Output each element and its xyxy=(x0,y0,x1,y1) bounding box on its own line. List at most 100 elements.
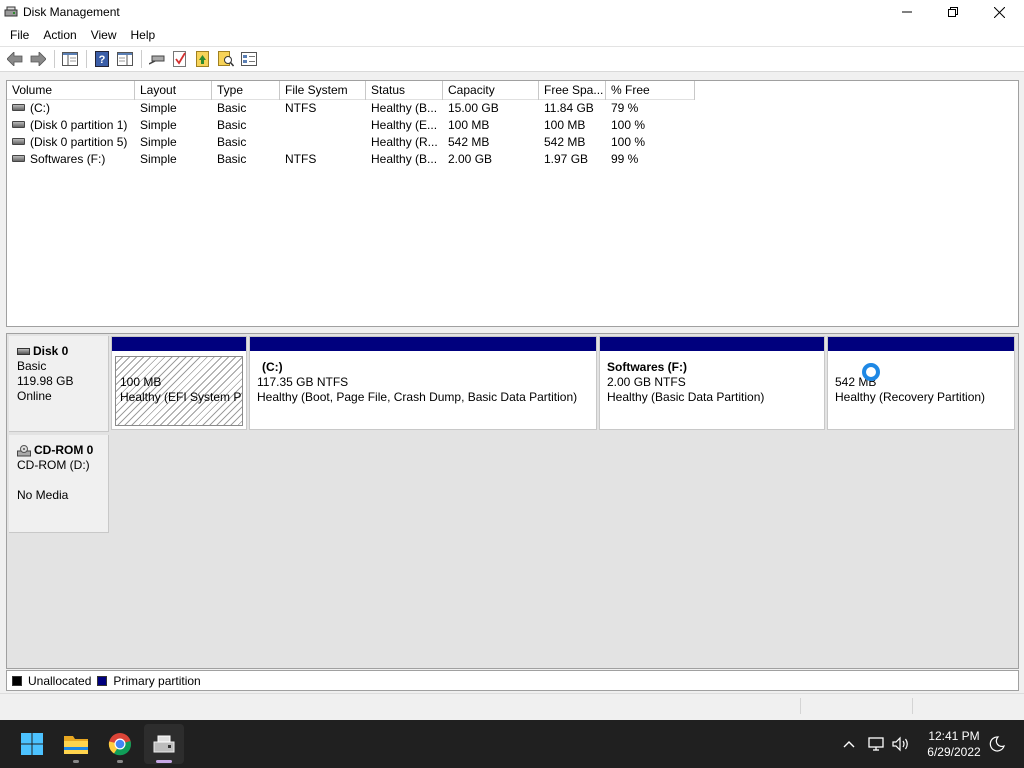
disk-0-state: Online xyxy=(17,389,52,403)
restore-button[interactable] xyxy=(930,0,976,24)
disk-0-partitions: 100 MB Healthy (EFI System Par (C:) 117.… xyxy=(111,336,1017,430)
taskbar-clock[interactable]: 12:41 PM 6/29/2022 xyxy=(918,728,990,760)
volume-name: Softwares (F:) xyxy=(30,152,106,166)
show-hidden-icons-button[interactable] xyxy=(838,720,860,768)
status-bar-divider xyxy=(912,698,913,714)
disk-management-icon xyxy=(153,735,175,753)
disk-management-app-icon xyxy=(4,6,18,17)
disk-map: Disk 0 Basic 119.98 GB Online 100 MB Hea… xyxy=(6,333,1019,669)
table-row[interactable]: (C:) Simple Basic NTFS Healthy (B... 15.… xyxy=(7,100,695,117)
toolbar-separator xyxy=(54,50,55,68)
taskbar-disk-management[interactable] xyxy=(144,724,184,764)
partition-type-bar xyxy=(112,337,246,351)
volume-type: Basic xyxy=(217,118,247,132)
volume-percent-free: 100 % xyxy=(611,135,646,149)
cdrom-0-state: No Media xyxy=(17,488,69,502)
forward-button[interactable] xyxy=(27,48,49,70)
cd-rom-icon xyxy=(17,444,31,456)
menu-help[interactable]: Help xyxy=(124,25,163,45)
volume-capacity: 100 MB xyxy=(448,118,490,132)
volume-icon xyxy=(12,155,25,163)
show-hide-action-pane-button[interactable] xyxy=(114,48,136,70)
toolbar-separator xyxy=(86,50,87,68)
table-row[interactable]: (Disk 0 partition 1) Simple Basic Health… xyxy=(7,117,695,134)
search-folder-button[interactable] xyxy=(215,48,237,70)
taskbar-chrome[interactable] xyxy=(100,724,140,764)
column-header-free-space[interactable]: Free Spa... xyxy=(539,81,606,100)
cdrom-0-label[interactable]: CD-ROM 0 CD-ROM (D:) No Media xyxy=(9,435,109,533)
toolbar: ? xyxy=(0,46,1024,72)
volume-icon xyxy=(12,104,25,112)
status-bar-divider xyxy=(800,698,801,714)
column-header-file-system[interactable]: File System xyxy=(280,81,366,100)
taskbar-running-indicator xyxy=(156,760,172,763)
chevron-up-icon xyxy=(843,741,855,748)
column-header-capacity[interactable]: Capacity xyxy=(443,81,539,100)
partition-f[interactable]: Softwares (F:) 2.00 GB NTFS Healthy (Bas… xyxy=(599,336,825,430)
partition-recovery[interactable]: 542 MB Healthy (Recovery Partition) xyxy=(827,336,1015,430)
cdrom-0-row: CD-ROM 0 CD-ROM (D:) No Media xyxy=(7,435,1018,533)
windows-start-icon xyxy=(21,733,43,755)
minimize-icon xyxy=(902,11,912,13)
file-explorer-icon xyxy=(64,736,88,754)
volume-name: (Disk 0 partition 1) xyxy=(30,118,128,132)
volume-type: Basic xyxy=(217,101,247,115)
properties-icon xyxy=(241,52,257,66)
menu-action[interactable]: Action xyxy=(36,25,83,45)
volume-capacity: 542 MB xyxy=(448,135,490,149)
partition-size: 100 MB xyxy=(120,375,162,389)
taskbar-file-explorer[interactable] xyxy=(56,724,96,764)
partition-type-bar xyxy=(600,337,824,351)
properties-button[interactable] xyxy=(238,48,260,70)
partition-c[interactable]: (C:) 117.35 GB NTFS Healthy (Boot, Page … xyxy=(249,336,597,430)
network-button[interactable] xyxy=(866,720,888,768)
disk-0-type: Basic xyxy=(17,359,47,373)
column-header-layout[interactable]: Layout xyxy=(135,81,212,100)
disk-0-label[interactable]: Disk 0 Basic 119.98 GB Online xyxy=(9,336,109,432)
check-button[interactable] xyxy=(169,48,191,70)
volume-layout: Simple xyxy=(140,135,177,149)
show-hide-console-tree-icon xyxy=(62,52,78,66)
taskbar-running-indicator xyxy=(117,760,123,763)
toolbar-separator xyxy=(141,50,142,68)
minimize-button[interactable] xyxy=(884,0,930,24)
cdrom-0-name: CD-ROM 0 xyxy=(34,443,94,457)
volume-button[interactable] xyxy=(890,720,912,768)
table-row[interactable]: (Disk 0 partition 5) Simple Basic Health… xyxy=(7,134,695,151)
partition-name: Softwares (F:) xyxy=(607,360,688,374)
cdrom-0-type: CD-ROM (D:) xyxy=(17,458,90,472)
taskbar-running-indicator xyxy=(73,760,79,763)
partition-efi[interactable]: 100 MB Healthy (EFI System Par xyxy=(111,336,247,430)
column-header-volume[interactable]: Volume xyxy=(7,81,135,100)
volume-free-space: 100 MB xyxy=(544,118,586,132)
window-title: Disk Management xyxy=(23,5,120,19)
column-header-status[interactable]: Status xyxy=(366,81,443,100)
disk-0-size: 119.98 GB xyxy=(17,374,74,388)
connect-drive-icon xyxy=(149,55,165,65)
legend-swatch-unallocated xyxy=(12,675,22,686)
notifications-button[interactable] xyxy=(986,720,1008,768)
column-header-type[interactable]: Type xyxy=(212,81,280,100)
close-button[interactable] xyxy=(976,0,1022,24)
menu-file[interactable]: File xyxy=(3,25,36,45)
menu-view[interactable]: View xyxy=(84,25,124,45)
show-hide-console-tree-button[interactable] xyxy=(59,48,81,70)
column-header-percent-free[interactable]: % Free xyxy=(606,81,695,100)
status-bar xyxy=(0,693,1024,717)
back-button[interactable] xyxy=(4,48,26,70)
menu-bar: File Action View Help xyxy=(0,24,1024,46)
partition-status: Healthy (EFI System Par xyxy=(120,390,243,404)
volume-icon xyxy=(12,138,25,146)
start-button[interactable] xyxy=(12,724,52,764)
volume-type: Basic xyxy=(217,152,247,166)
check-icon xyxy=(173,51,186,67)
hard-disk-icon xyxy=(17,348,30,355)
volume-name: (C:) xyxy=(30,101,50,115)
up-folder-button[interactable] xyxy=(192,48,214,70)
table-row[interactable]: Softwares (F:) Simple Basic NTFS Healthy… xyxy=(7,151,695,168)
connect-drive-button[interactable] xyxy=(146,48,168,70)
chrome-icon xyxy=(108,733,132,756)
help-button[interactable]: ? xyxy=(91,48,113,70)
volume-status: Healthy (B... xyxy=(371,101,438,115)
svg-text:?: ? xyxy=(99,54,106,66)
